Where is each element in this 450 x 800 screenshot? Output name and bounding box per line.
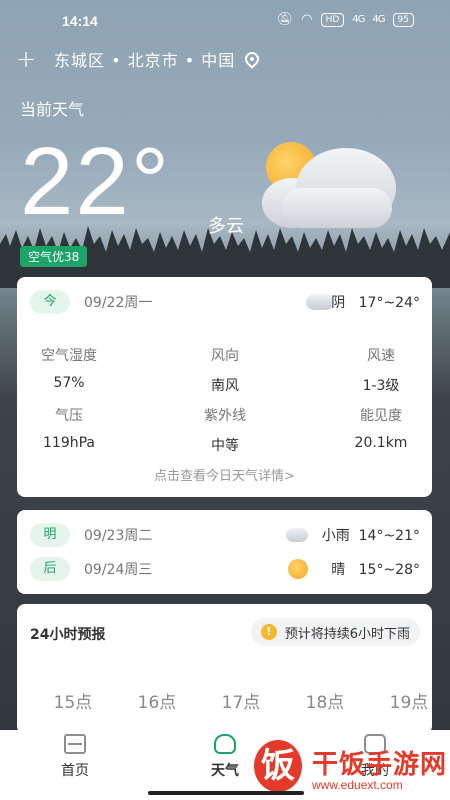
detail-label: 风向: [211, 348, 239, 364]
cloud-icon: [262, 148, 402, 228]
watermark-logo: 饭: [254, 740, 302, 792]
tomorrow-temp-range: 14°~21°: [358, 528, 420, 544]
status-bar: 14:14 🔕︎ ◠ HD 4G 4G 95: [0, 0, 450, 40]
forecast-row-day-after[interactable]: 后 09/24周三 晴 15°~28°: [30, 556, 420, 582]
detail-label: 空气湿度: [41, 348, 97, 364]
pressure-cell: 气压 119hPa: [9, 405, 129, 451]
current-condition: 多云: [208, 216, 244, 237]
light-rain-icon: [286, 528, 308, 542]
today-detail-link[interactable]: 点击查看今日天气详情>: [17, 465, 432, 484]
detail-label: 紫外线: [204, 408, 246, 424]
hour-label: 15点: [53, 693, 93, 712]
location-text[interactable]: 东城区 • 北京市 • 中国: [54, 47, 235, 71]
wifi-icon: ◠: [301, 12, 313, 27]
hour-label: 17点: [221, 693, 261, 712]
forecast-card: 明 09/23周二 小雨 14°~21° 后 09/24周三 晴 15°~28°: [17, 510, 432, 594]
home-icon: [64, 734, 86, 754]
tab-home[interactable]: 首页: [35, 734, 115, 780]
status-icons: 🔕︎ ◠ HD 4G 4G 95: [277, 12, 414, 27]
home-indicator[interactable]: [148, 791, 304, 795]
rain-alert: ! 预计将持续6小时下雨: [250, 618, 420, 646]
current-temperature: 22°: [20, 128, 172, 235]
location-bar: + 东城区 • 北京市 • 中国: [16, 44, 263, 74]
battery-icon: 95: [392, 12, 414, 27]
tab-label: 首页: [61, 763, 89, 779]
warning-icon: !: [260, 624, 277, 640]
watermark-text: 干饭手游网: [312, 750, 448, 780]
detail-label: 气压: [55, 408, 83, 424]
detail-value: 中等: [211, 438, 239, 454]
detail-value: 119hPa: [43, 435, 95, 451]
hourly-title: 24小时预报: [30, 627, 106, 643]
location-pin-icon[interactable]: [242, 49, 263, 69]
wind-direction-cell: 风向 南风: [165, 345, 285, 395]
plus-icon[interactable]: +: [16, 47, 42, 71]
day-after-weather: 晴 15°~28°: [331, 559, 420, 579]
signal-icon-2: 4G: [372, 14, 385, 25]
hourly-card: 24小时预报 ! 预计将持续6小时下雨 15点 16点 17点 18点 19点: [17, 604, 432, 734]
aqi-badge[interactable]: 空气优38: [20, 246, 88, 267]
today-card[interactable]: 今 09/22周一 阴 17°~24° 空气湿度 57% 风向 南风 风速 1-…: [17, 277, 432, 497]
current-weather-label: 当前天气: [20, 100, 85, 119]
detail-value: 20.1km: [354, 435, 408, 451]
detail-label: 能见度: [360, 408, 402, 424]
hour-label: 19点: [389, 693, 429, 712]
tomorrow-weather: 小雨 14°~21°: [322, 525, 420, 545]
hour-label: 18点: [305, 693, 345, 712]
tomorrow-date: 09/23周二: [84, 528, 153, 544]
rain-alert-text: 预计将持续6小时下雨: [284, 626, 410, 642]
detail-value: 57%: [53, 375, 85, 391]
hourly-scroller[interactable]: 15点 16点 17点 18点 19点: [17, 688, 432, 712]
day-after-pill: 后: [30, 557, 70, 581]
detail-value: 南风: [211, 378, 239, 394]
detail-value: 1-3级: [362, 378, 400, 394]
hd-badge: HD: [320, 12, 345, 27]
visibility-cell: 能见度 20.1km: [321, 405, 441, 451]
hour-label: 16点: [137, 693, 177, 712]
status-time: 14:14: [62, 13, 98, 29]
detail-label: 风速: [367, 348, 395, 364]
signal-icon-1: 4G: [352, 14, 365, 25]
today-date: 09/22周一: [84, 295, 153, 311]
day-after-condition: 晴: [331, 562, 346, 578]
today-temp-range: 17°~24°: [358, 295, 420, 311]
tab-label: 天气: [211, 763, 239, 779]
tomorrow-condition: 小雨: [321, 528, 350, 544]
forecast-row-tomorrow[interactable]: 明 09/23周二 小雨 14°~21°: [30, 522, 420, 548]
cloud-icon: [306, 294, 334, 310]
day-after-temp-range: 15°~28°: [358, 562, 420, 578]
today-pill: 今: [30, 290, 70, 314]
watermark-url: www.eduext.com: [312, 778, 403, 792]
mute-icon: 🔕︎: [276, 12, 294, 27]
uv-cell: 紫外线 中等: [165, 405, 285, 455]
today-row: 今 09/22周一 阴 17°~24°: [30, 289, 420, 315]
humidity-cell: 空气湿度 57%: [9, 345, 129, 391]
tomorrow-pill: 明: [30, 523, 70, 547]
today-condition: 阴: [331, 295, 346, 311]
wind-speed-cell: 风速 1-3级: [321, 345, 441, 395]
weather-icon: [214, 734, 236, 754]
day-after-date: 09/24周三: [84, 562, 153, 578]
sun-icon: [288, 559, 308, 579]
today-weather: 阴 17°~24°: [331, 292, 420, 312]
